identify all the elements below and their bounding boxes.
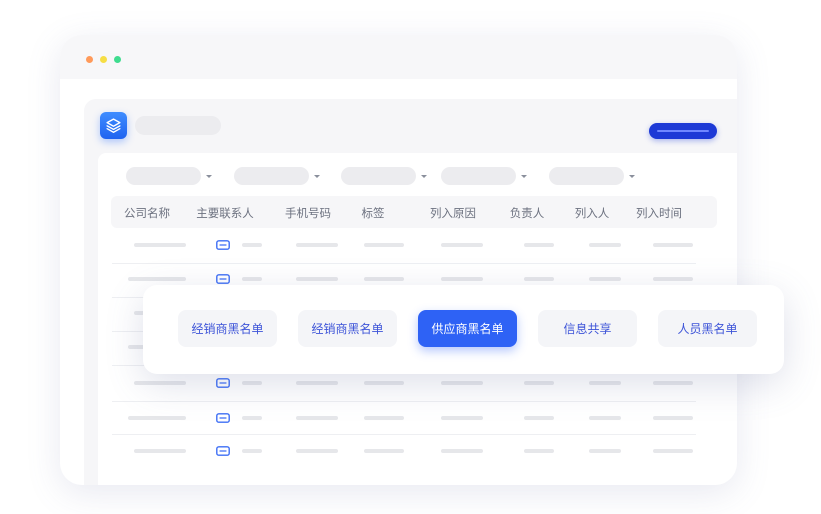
cell-placeholder — [364, 449, 404, 453]
close-window-dot[interactable] — [86, 56, 93, 63]
cell-placeholder — [441, 449, 483, 453]
cell-placeholder — [296, 449, 338, 453]
category-tab-info-sharing[interactable]: 信息共享 — [538, 310, 637, 347]
app-name-placeholder — [135, 116, 221, 135]
cell-placeholder — [589, 449, 621, 453]
cell-placeholder — [242, 449, 262, 453]
category-tab-personnel-blacklist[interactable]: 人员黑名单 — [658, 310, 757, 347]
cell-placeholder — [524, 449, 554, 453]
cell-placeholder — [653, 449, 693, 453]
window-titlebar — [60, 35, 737, 79]
category-tab-supplier-blacklist[interactable]: 供应商黑名单 — [418, 310, 517, 347]
primary-action-button[interactable] — [649, 123, 717, 139]
layers-icon — [106, 118, 121, 133]
minimize-window-dot[interactable] — [100, 56, 107, 63]
maximize-window-dot[interactable] — [114, 56, 121, 63]
category-tab-dealer-blacklist-2[interactable]: 经销商黑名单 — [298, 310, 397, 347]
category-tab-dealer-blacklist[interactable]: 经销商黑名单 — [178, 310, 277, 347]
chat-icon[interactable] — [216, 446, 230, 456]
button-label-placeholder — [657, 130, 709, 132]
cell-placeholder — [134, 449, 186, 453]
browser-window: 公司名称 主要联系人 手机号码 标签 列入原因 负责人 列入人 列入时间 — [60, 35, 737, 485]
category-popover: 经销商黑名单 经销商黑名单 供应商黑名单 信息共享 人员黑名单 — [143, 285, 784, 374]
app-logo[interactable] — [100, 112, 127, 139]
